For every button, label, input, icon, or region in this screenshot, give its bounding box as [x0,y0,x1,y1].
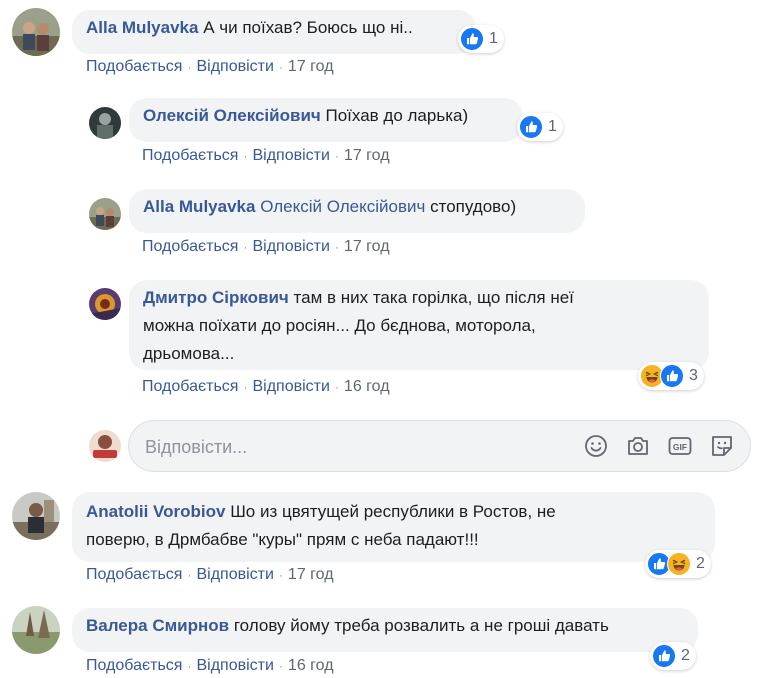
reaction-count: 1 [548,118,557,135]
comment-author[interactable]: Валера Смирнов [86,616,229,635]
comment-text: дрьомова... [143,344,235,363]
svg-text:GIF: GIF [673,442,687,452]
reply-bubble: Дмитро Сіркович там в них така горілка, … [129,280,709,370]
timestamp[interactable]: 17 год [288,566,334,583]
comment-text: А чи поїхав? Боюсь що ні.. [203,18,413,37]
like-reaction-icon [652,644,676,668]
like-link[interactable]: Подобається [86,657,182,674]
comment-text: Поїхав до ларька) [325,106,469,125]
reaction-summary[interactable]: 3 [638,362,704,390]
avatar[interactable] [89,288,121,320]
comment-text: стопудово) [430,197,517,216]
reply-link[interactable]: Відповісти [252,147,329,164]
reaction-count: 2 [696,555,705,572]
comment-author[interactable]: Alla Mulyavka [143,197,255,216]
like-link[interactable]: Подобається [86,566,182,583]
comment-text: поверю, в Дрмбабве "куры" прям с неба па… [86,530,479,549]
reaction-count: 2 [681,647,690,664]
reaction-summary[interactable]: 2 [645,550,711,578]
reply-link[interactable]: Відповісти [252,378,329,395]
comment-actions: Подобається · Відповісти · 17 год [86,58,334,75]
comment-author[interactable]: Олексій Олексійович [143,106,321,125]
gif-icon[interactable]: GIF [667,433,693,459]
comment-text: Шо из цвятущей республики в Ростов, не [230,502,556,521]
comment-actions: Подобається · Відповісти · 17 год [142,147,390,164]
reaction-summary[interactable]: 2 [650,642,696,670]
comment-text: там в них така горілка, що після неї [293,288,574,307]
like-reaction-icon [660,364,684,388]
like-link[interactable]: Подобається [86,58,182,75]
timestamp[interactable]: 17 год [344,238,390,255]
avatar[interactable] [89,198,121,230]
sticker-icon[interactable] [709,433,735,459]
reply-box: GIF [128,420,751,472]
reply-link[interactable]: Відповісти [196,58,273,75]
comment-author[interactable]: Alla Mulyavka [86,18,198,37]
reply-link[interactable]: Відповісти [196,657,273,674]
like-link[interactable]: Подобається [142,238,238,255]
comment-actions: Подобається · Відповісти · 16 год [86,657,334,674]
timestamp[interactable]: 16 год [344,378,390,395]
reply-link[interactable]: Відповісти [196,566,273,583]
comment-author[interactable]: Дмитро Сіркович [143,288,289,307]
like-reaction-icon [460,27,484,51]
current-user-avatar [89,430,121,462]
timestamp[interactable]: 17 год [288,58,334,75]
timestamp[interactable]: 17 год [344,147,390,164]
comment-bubble: Валера Смирнов голову йому треба розвали… [72,608,698,652]
comment-author[interactable]: Anatolii Vorobiov [86,502,225,521]
reaction-count: 1 [489,30,498,47]
avatar[interactable] [12,606,60,654]
reply-link[interactable]: Відповісти [252,238,329,255]
avatar[interactable] [12,492,60,540]
like-link[interactable]: Подобається [142,147,238,164]
avatar[interactable] [12,8,60,56]
reaction-summary[interactable]: 1 [458,25,504,53]
reaction-count: 3 [689,367,698,384]
camera-icon[interactable] [625,433,651,459]
haha-reaction-icon [667,552,691,576]
like-link[interactable]: Подобається [142,378,238,395]
comment-actions: Подобається · Відповісти · 16 год [142,378,390,395]
like-reaction-icon [519,115,543,139]
emoji-icon[interactable] [583,433,609,459]
reaction-summary[interactable]: 1 [517,113,563,141]
mention-link[interactable]: Олексій Олексійович [260,197,425,216]
timestamp[interactable]: 16 год [288,657,334,674]
comment-text: голову йому треба розвалить а не гроші д… [233,616,609,635]
comment-text: можна поїхати до росіян... До бєднова, м… [143,316,536,335]
comment-bubble: Alla Mulyavka А чи поїхав? Боюсь що ні.. [72,10,476,54]
avatar[interactable] [89,107,121,139]
reply-input[interactable] [143,431,567,463]
reply-bubble: Олексій Олексійович Поїхав до ларька) [129,98,523,142]
comment-actions: Подобається · Відповісти · 17 год [86,566,334,583]
reply-bubble: Alla Mulyavka Олексій Олексійович стопуд… [129,189,585,233]
comment-actions: Подобається · Відповісти · 17 год [142,238,390,255]
comment-bubble: Anatolii Vorobiov Шо из цвятущей республ… [72,492,715,562]
